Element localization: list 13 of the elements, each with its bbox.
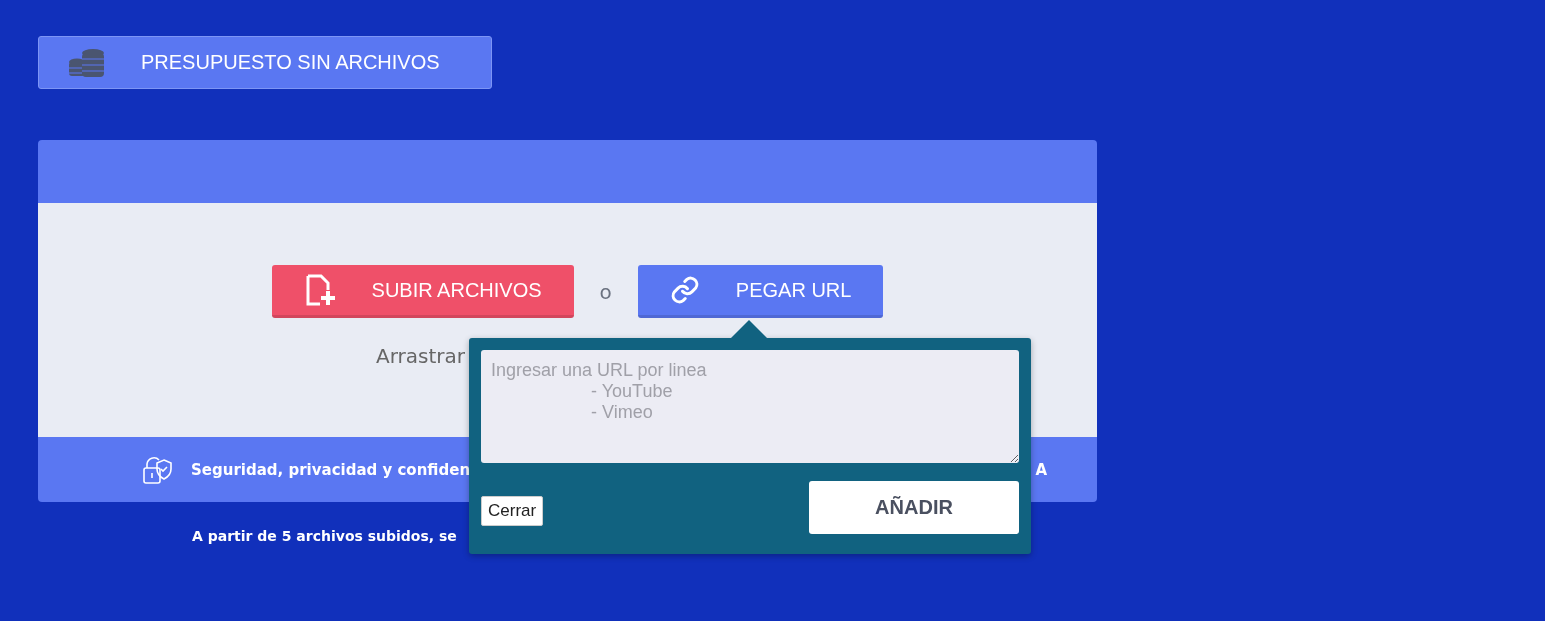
security-text: Seguridad, privacidad y confiden: [191, 460, 471, 479]
separator-text: o: [599, 279, 612, 304]
close-button[interactable]: Cerrar: [481, 495, 544, 526]
url-input-field[interactable]: Ingresar una URL por linea - YouTube - Vimeo: [481, 350, 1019, 463]
drag-hint: Arrastrar: [376, 344, 465, 368]
paste-url-button[interactable]: PEGAR URL: [637, 265, 884, 318]
upload-button[interactable]: SUBIR ARCHIVOS: [271, 265, 574, 318]
coins-icon: [69, 47, 105, 78]
add-button[interactable]: AÑADIR: [809, 481, 1019, 534]
link-icon: [669, 275, 700, 305]
upload-note: A partir de 5 archivos subidos, se: [192, 528, 458, 544]
security-text-fragment: A: [1035, 460, 1047, 479]
budget-button[interactable]: PRESUPUESTO SIN ARCHIVOS: [38, 36, 492, 89]
